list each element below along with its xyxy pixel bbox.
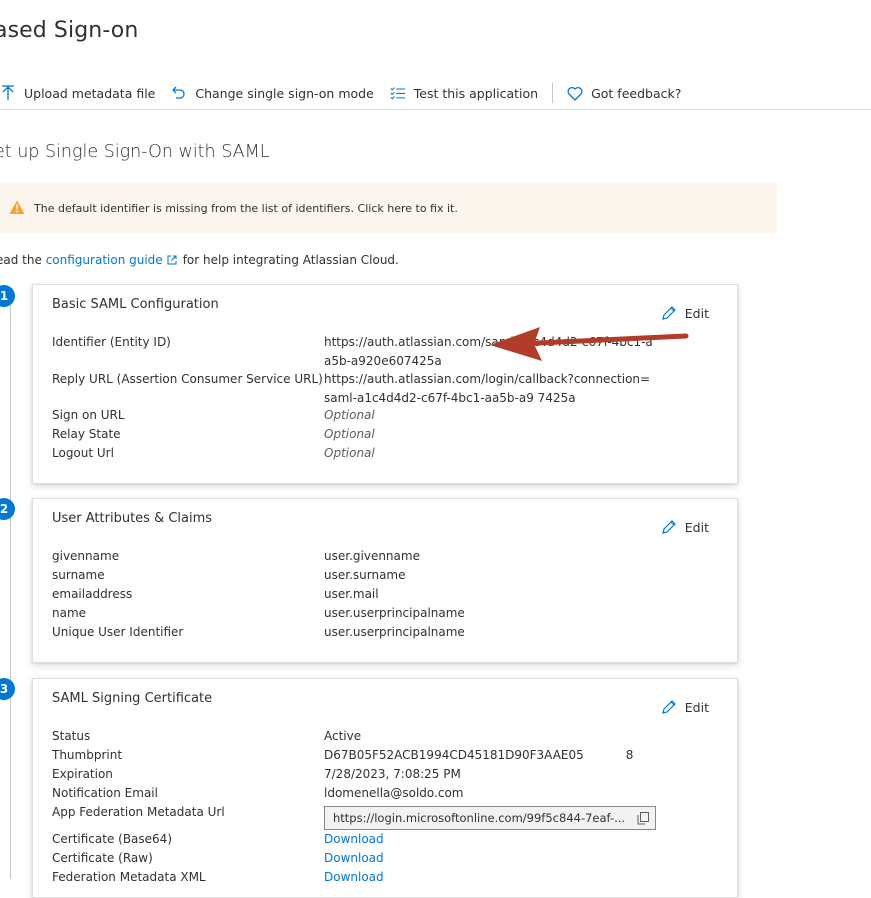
test-application-button[interactable]: Test this application [390,85,538,101]
readline-suffix: for help integrating Atlassian Cloud. [182,253,399,267]
row-value: Active [324,729,362,743]
card-title: SAML Signing Certificate [52,691,213,706]
section-heading: et up Single Sign-On with SAML [0,142,270,162]
row-key: surname [52,568,105,582]
row-value: Optional [324,446,375,460]
metadata-url-field[interactable]: https://login.microsoftonline.com/99f5c8… [324,806,656,830]
edit-basic-saml-button[interactable]: Edit [661,305,709,321]
row-key: emailaddress [52,587,133,601]
row-key: Reply URL (Assertion Consumer Service UR… [52,372,323,386]
pencil-icon [661,519,677,535]
row-value: user.userprincipalname [324,625,465,639]
edit-label: Edit [684,699,709,715]
row-key: givenname [52,549,120,563]
card-title: Basic SAML Configuration [52,297,219,312]
download-metadata-xml-link[interactable]: Download [324,868,654,887]
configuration-guide-link[interactable]: configuration guide [46,253,163,267]
row-key: Relay State [52,427,121,441]
row-value: Optional [324,427,375,441]
change-sso-mode-button[interactable]: Change single sign-on mode [171,85,374,101]
row-value: user.surname [324,568,406,582]
row-key: Sign on URL [52,408,125,422]
row-value: D67B05F52ACB1994CD45181D90F3AAE05 8 [324,748,634,762]
edit-signing-certificate-button[interactable]: Edit [661,699,709,715]
undo-icon [171,85,187,101]
metadata-url-value: https://login.microsoftonline.com/99f5c8… [333,810,626,825]
page-title: ased Sign-on [0,18,139,43]
saml-signing-certificate-card: SAML Signing Certificate Edit Status Act… [32,678,738,898]
row-key: Status [52,729,91,743]
checklist-icon [390,85,406,101]
test-application-label: Test this application [413,85,539,101]
row-key: App Federation Metadata Url [52,805,225,819]
step-connector-line [10,298,11,879]
feedback-label: Got feedback? [591,85,682,101]
row-key: Thumbprint [52,748,123,762]
feedback-button[interactable]: Got feedback? [567,85,681,101]
pencil-icon [661,699,677,715]
row-value: Optional [324,408,375,422]
card-title: User Attributes & Claims [52,511,213,526]
metadata-url-row: App Federation Metadata Url https://logi… [52,803,712,833]
toolbar-divider [552,83,554,103]
pencil-icon [661,305,677,321]
change-sso-mode-label: Change single sign-on mode [195,85,374,101]
row-key: name [52,606,87,620]
row-value: user.userprincipalname [324,606,465,620]
warning-text: The default identifier is missing from t… [34,201,458,215]
step-badge-3: 3 [0,678,15,700]
download-raw-link[interactable]: Download [324,849,654,868]
row-value: user.mail [324,587,379,601]
step-badge-2: 2 [0,498,15,520]
row-key: Federation Metadata XML [52,870,206,884]
upload-metadata-label: Upload metadata file [24,85,156,101]
row-key: Certificate (Raw) [52,851,153,865]
row-key: Identifier (Entity ID) [52,335,171,349]
upload-icon [0,85,16,101]
annotation-arrow-icon [490,327,689,361]
external-link-icon [167,254,177,265]
user-attributes-claims-card: User Attributes & Claims Edit givenname … [32,498,738,663]
row-value: user.givenname [324,549,420,563]
row-key: Notification Email [52,786,158,800]
row-value: 7/28/2023, 7:08:25 PM [324,767,461,781]
warning-banner[interactable]: The default identifier is missing from t… [0,183,777,233]
heart-icon [567,85,583,101]
upload-metadata-button[interactable]: Upload metadata file [0,85,155,101]
command-bar: Upload metadata file Change single sign-… [0,80,681,106]
basic-saml-configuration-card: Basic SAML Configuration Edit Identifier… [32,284,738,484]
row-value: https://auth.atlassian.com/login/callbac… [324,372,651,405]
readline-prefix: ead the [0,253,42,267]
download-base64-link[interactable]: Download [324,830,654,849]
row-key: Unique User Identifier [52,625,184,639]
row-key: Logout Url [52,446,114,460]
copy-icon[interactable] [631,807,655,829]
config-guide-line: ead the configuration guide for help inte… [0,253,399,267]
step-badge-1: 1 [0,285,15,307]
row-key: Certificate (Base64) [52,832,172,846]
row-key: Expiration [52,767,113,781]
edit-user-attributes-button[interactable]: Edit [661,519,709,535]
row-value: ldomenella@soldo.com [324,786,464,800]
edit-label: Edit [684,305,709,321]
warning-icon [9,200,25,216]
toolbar-divider-line [0,109,871,110]
edit-label: Edit [684,519,709,535]
